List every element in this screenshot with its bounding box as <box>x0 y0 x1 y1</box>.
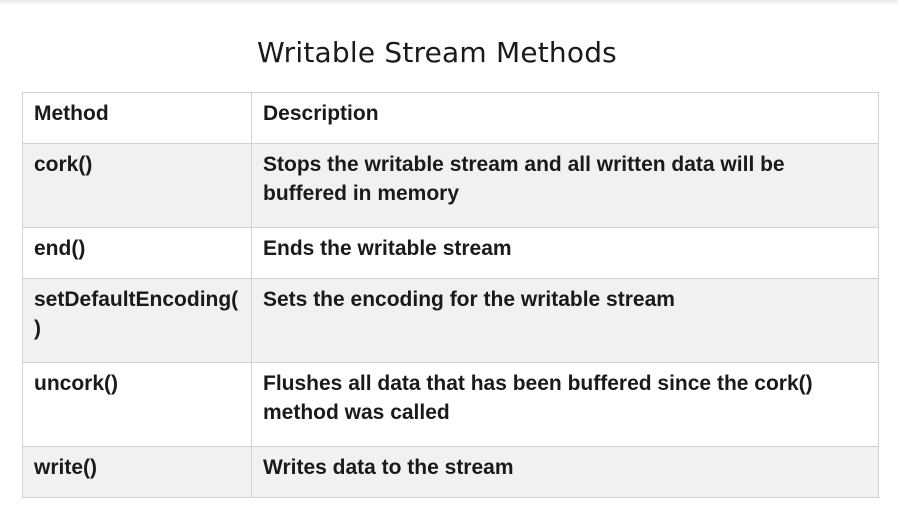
table-row: write() Writes data to the stream <box>22 446 879 498</box>
description-cell: Stops the writable stream and all writte… <box>251 143 879 228</box>
table-row: uncork() Flushes all data that has been … <box>22 362 879 447</box>
method-cell: end() <box>22 227 252 279</box>
method-cell: uncork() <box>22 362 252 447</box>
table-row: cork() Stops the writable stream and all… <box>22 143 879 228</box>
column-header-description: Description <box>251 92 879 144</box>
description-cell: Writes data to the stream <box>251 446 879 498</box>
table-row: setDefaultEncoding() Sets the encoding f… <box>22 278 879 363</box>
method-cell: setDefaultEncoding() <box>22 278 252 363</box>
method-cell: cork() <box>22 143 252 228</box>
table-row: end() Ends the writable stream <box>22 227 879 279</box>
description-cell: Sets the encoding for the writable strea… <box>251 278 879 363</box>
page-title: Writable Stream Methods <box>257 35 617 69</box>
description-cell: Ends the writable stream <box>251 227 879 279</box>
description-cell: Flushes all data that has been buffered … <box>251 362 879 447</box>
top-shadow-bar <box>0 0 898 6</box>
method-cell: write() <box>22 446 252 498</box>
table-header-row: Method Description <box>22 92 879 144</box>
column-header-method: Method <box>22 92 252 144</box>
methods-table: Method Description cork() Stops the writ… <box>22 92 879 498</box>
